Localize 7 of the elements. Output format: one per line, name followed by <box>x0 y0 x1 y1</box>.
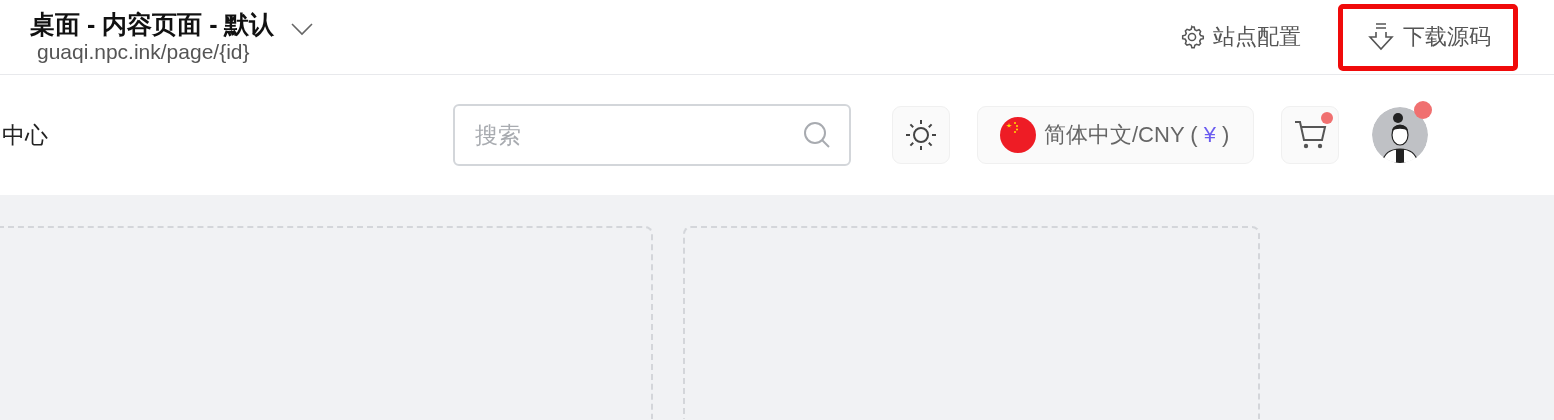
menu-item[interactable]: 中心 <box>2 119 48 151</box>
settings-button[interactable]: 站点配置 <box>1171 15 1309 59</box>
language-button[interactable]: 简体中文/CNY ( ¥ ) <box>977 106 1255 164</box>
page-title: 桌面 - 内容页面 - 默认 <box>30 10 275 38</box>
page-url: guaqi.npc.ink/page/{id} <box>36 40 251 64</box>
search-field[interactable]: 搜索 <box>453 104 851 166</box>
download-button[interactable]: 下载源码 <box>1359 15 1499 59</box>
